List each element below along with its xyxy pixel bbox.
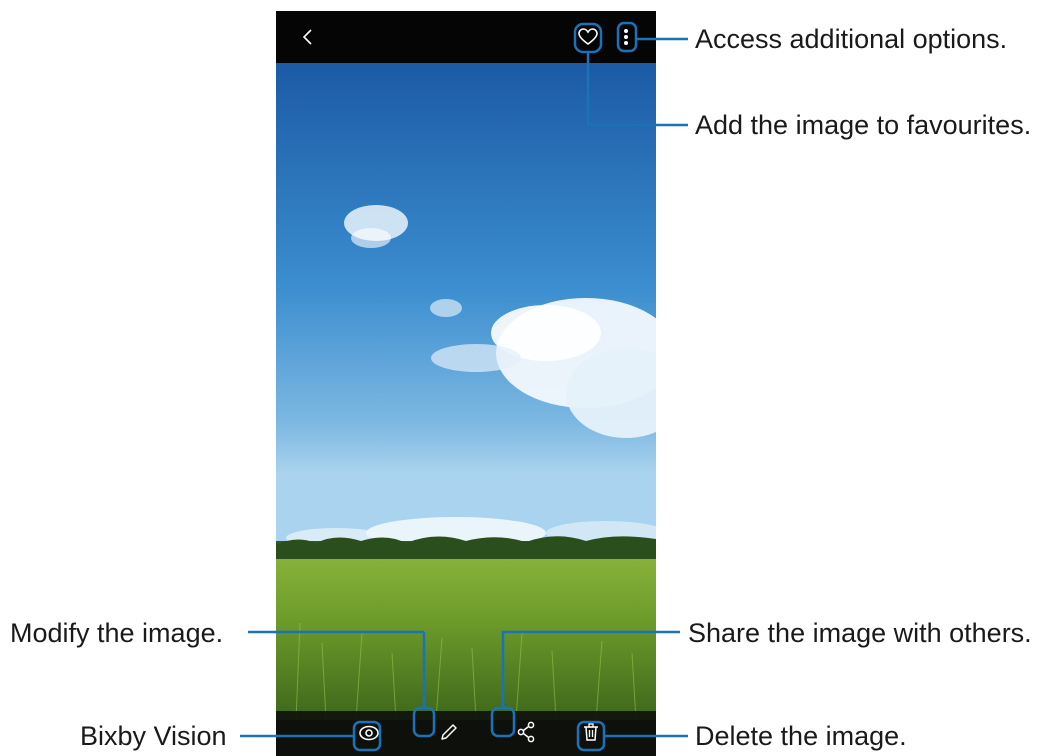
top-toolbar [276, 11, 656, 63]
callout-more-options: Access additional options. [695, 24, 1008, 54]
more-options-icon[interactable] [622, 27, 630, 47]
back-arrow-icon[interactable] [298, 27, 318, 47]
gallery-screen [276, 11, 656, 756]
callout-modify: Modify the image. [10, 618, 224, 648]
callout-share: Share the image with others. [688, 618, 1032, 648]
heart-icon[interactable] [578, 28, 598, 46]
share-icon[interactable] [516, 721, 536, 743]
bottom-toolbar [276, 711, 656, 756]
delete-trash-icon[interactable] [581, 722, 601, 742]
bixby-vision-icon[interactable] [358, 724, 380, 742]
callout-bixby-vision: Bixby Vision [80, 721, 227, 751]
callout-delete: Delete the image. [695, 721, 907, 751]
callout-favourite: Add the image to favourites. [695, 110, 1032, 140]
edit-pencil-icon[interactable] [439, 722, 459, 742]
photo-image[interactable] [276, 63, 656, 720]
